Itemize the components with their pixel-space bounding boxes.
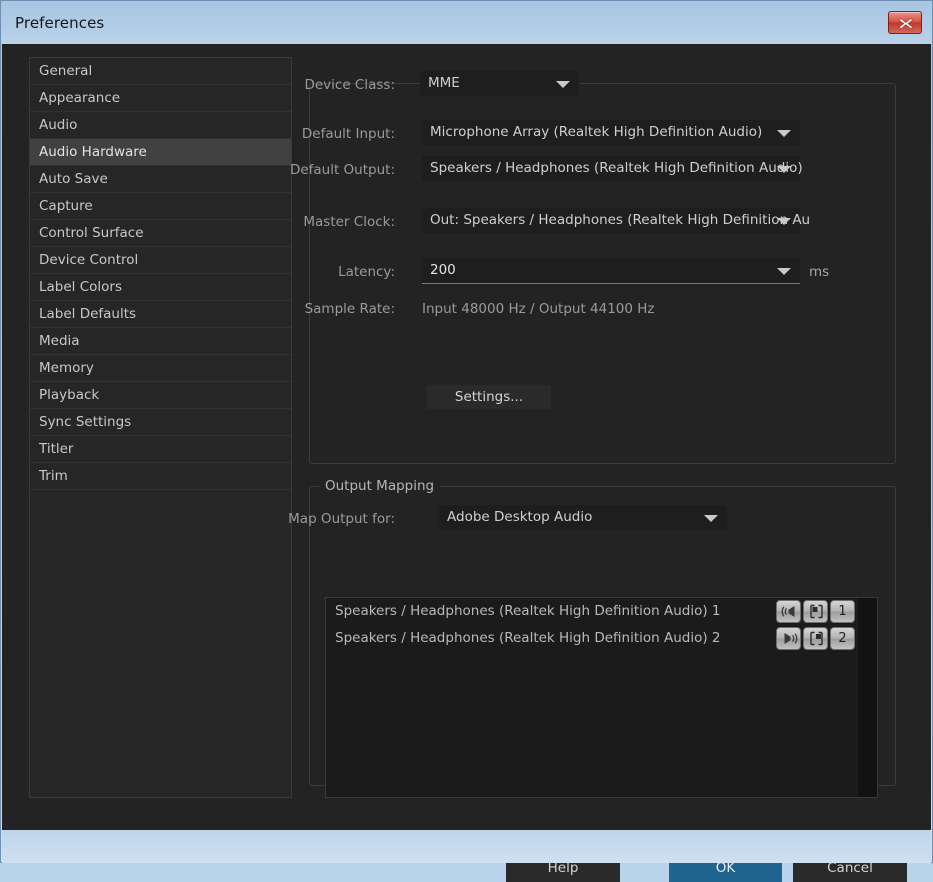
sidebar-item-label: Sync Settings — [39, 414, 132, 430]
sidebar-item-label: Media — [39, 333, 80, 349]
sidebar-item-label: Playback — [39, 387, 100, 403]
master-clock-dropdown[interactable]: Out: Speakers / Headphones (Realtek High… — [422, 208, 810, 233]
sidebar-item-label: Label Defaults — [39, 306, 137, 322]
latency-value: 200 — [430, 262, 456, 278]
default-input-value: Microphone Array (Realtek High Definitio… — [430, 124, 763, 140]
chevron-down-icon — [704, 515, 718, 522]
preferences-window: Preferences General Appearance Audio Aud… — [0, 0, 933, 882]
window-titlebar: Preferences — [1, 1, 932, 44]
latency-label: Latency: — [338, 264, 395, 280]
channel-number-button[interactable]: 1 — [830, 600, 855, 623]
output-mapping-title: Output Mapping — [319, 478, 441, 494]
chevron-down-icon — [777, 130, 791, 137]
preferences-category-list[interactable]: General Appearance Audio Audio Hardware … — [29, 57, 292, 798]
mapping-row-controls: 1 — [776, 600, 855, 623]
speaker-right-icon-button[interactable] — [776, 627, 801, 650]
default-output-value: Speakers / Headphones (Realtek High Defi… — [430, 160, 803, 176]
sidebar-item-auto-save[interactable]: Auto Save — [30, 166, 291, 193]
sidebar-item-media[interactable]: Media — [30, 328, 291, 355]
close-window-button[interactable] — [888, 11, 922, 34]
sample-rate-label: Sample Rate: — [304, 301, 395, 317]
mapping-row[interactable]: Speakers / Headphones (Realtek High Defi… — [326, 598, 877, 625]
device-class-dropdown[interactable]: MME — [420, 71, 579, 96]
sidebar-item-device-control[interactable]: Device Control — [30, 247, 291, 274]
map-output-for-value: Adobe Desktop Audio — [447, 509, 593, 525]
sidebar-item-general[interactable]: General — [30, 58, 291, 85]
speaker-left-icon — [781, 606, 795, 617]
sidebar-item-label-defaults[interactable]: Label Defaults — [30, 301, 291, 328]
mapping-row[interactable]: Speakers / Headphones (Realtek High Defi… — [326, 625, 877, 652]
latency-input[interactable]: 200 — [422, 258, 800, 284]
sidebar-item-label-colors[interactable]: Label Colors — [30, 274, 291, 301]
map-output-for-dropdown[interactable]: Adobe Desktop Audio — [439, 505, 727, 530]
sidebar-item-label: Appearance — [39, 90, 121, 106]
sidebar-item-label: Control Surface — [39, 225, 144, 241]
sidebar-item-label: Trim — [39, 468, 68, 484]
sidebar-item-titler[interactable]: Titler — [30, 436, 291, 463]
default-output-dropdown[interactable]: Speakers / Headphones (Realtek High Defi… — [422, 156, 803, 181]
sidebar-item-label: Auto Save — [39, 171, 108, 187]
sidebar-item-control-surface[interactable]: Control Surface — [30, 220, 291, 247]
channel-number-label: 1 — [838, 604, 847, 619]
default-output-label: Default Output: — [289, 162, 395, 178]
sidebar-item-appearance[interactable]: Appearance — [30, 85, 291, 112]
dialog-body: General Appearance Audio Audio Hardware … — [2, 44, 931, 882]
channel-number-label: 2 — [838, 631, 847, 646]
map-output-for-label: Map Output for: — [288, 511, 395, 527]
sidebar-item-label: Audio Hardware — [39, 144, 147, 160]
sidebar-item-sync-settings[interactable]: Sync Settings — [30, 409, 291, 436]
default-input-label: Default Input: — [301, 126, 395, 142]
sidebar-item-capture[interactable]: Capture — [30, 193, 291, 220]
audio-settings-button[interactable]: Settings... — [427, 385, 551, 409]
latency-unit-label: ms — [809, 264, 830, 280]
window-bottom-strip — [2, 830, 931, 863]
sidebar-item-playback[interactable]: Playback — [30, 382, 291, 409]
sidebar-item-audio-hardware[interactable]: Audio Hardware — [30, 139, 291, 166]
window-title: Preferences — [15, 14, 105, 32]
chevron-down-icon — [777, 268, 791, 275]
sidebar-item-label: Titler — [39, 441, 74, 457]
sidebar-item-label: General — [39, 63, 93, 79]
device-class-value: MME — [428, 75, 460, 91]
stereo-bracket-icon-button[interactable] — [803, 627, 828, 650]
stereo-bracket-icon-button[interactable] — [803, 600, 828, 623]
master-clock-value: Out: Speakers / Headphones (Realtek High… — [430, 212, 811, 228]
stereo-bracket-icon — [810, 631, 823, 646]
sidebar-item-audio[interactable]: Audio — [30, 112, 291, 139]
sample-rate-value: Input 48000 Hz / Output 44100 Hz — [422, 301, 655, 317]
device-class-label: Device Class: — [304, 77, 395, 93]
output-mapping-list[interactable]: Speakers / Headphones (Realtek High Defi… — [325, 597, 878, 798]
master-clock-label: Master Clock: — [303, 214, 395, 230]
chevron-down-icon — [777, 166, 791, 173]
sidebar-item-label: Memory — [39, 360, 94, 376]
stereo-bracket-icon — [810, 604, 823, 619]
mapping-row-label: Speakers / Headphones (Realtek High Defi… — [335, 630, 721, 646]
sidebar-empty-area — [30, 490, 291, 791]
close-x-icon — [898, 18, 914, 30]
mapping-row-controls: 2 — [776, 627, 855, 650]
sidebar-item-trim[interactable]: Trim — [30, 463, 291, 490]
sidebar-item-label: Capture — [39, 198, 93, 214]
channel-number-button[interactable]: 2 — [830, 627, 855, 650]
sidebar-item-label: Label Colors — [39, 279, 122, 295]
sidebar-item-label: Audio — [39, 117, 78, 133]
default-input-dropdown[interactable]: Microphone Array (Realtek High Definitio… — [422, 120, 800, 145]
sidebar-item-label: Device Control — [39, 252, 139, 268]
speaker-right-icon — [784, 633, 798, 644]
speaker-left-icon-button[interactable] — [776, 600, 801, 623]
sidebar-item-memory[interactable]: Memory — [30, 355, 291, 382]
chevron-down-icon — [777, 218, 791, 225]
chevron-down-icon — [556, 81, 570, 88]
mapping-row-label: Speakers / Headphones (Realtek High Defi… — [335, 603, 721, 619]
